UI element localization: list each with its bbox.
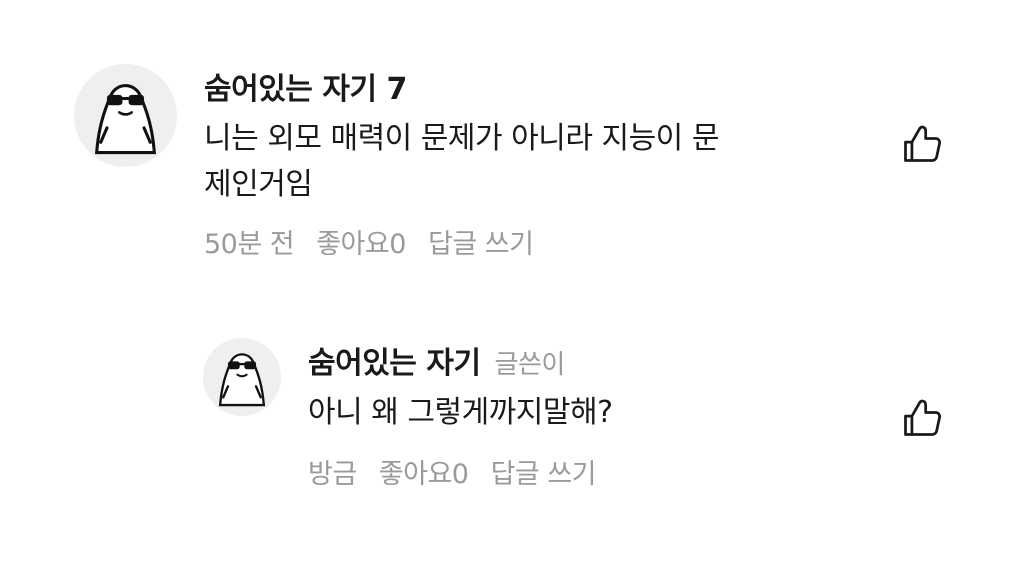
- reply-button[interactable]: 답글 쓰기: [491, 459, 597, 490]
- comment-text-line: 니는 외모 매력이 문제가 아니라 지능이 문: [204, 121, 719, 156]
- author-name[interactable]: 숨어있는 자기: [308, 346, 481, 381]
- comment-text-line: 제인거임: [204, 167, 313, 202]
- author-name[interactable]: 숨어있는 자기 7: [204, 72, 407, 107]
- reply-text: 아니 왜 그렇게까지말해?: [308, 390, 848, 436]
- comment-text-line: 아니 왜 그렇게까지말해?: [308, 395, 613, 430]
- penguin-with-sunglasses-icon: [74, 64, 177, 167]
- comment-author[interactable]: 숨어있는 자기 7: [204, 64, 407, 108]
- comment-meta: 50분 전 좋아요0 답글 쓰기: [204, 222, 547, 261]
- reply-meta: 방금 좋아요0 답글 쓰기: [308, 452, 610, 491]
- like-count-button[interactable]: 좋아요0: [379, 459, 469, 490]
- avatar[interactable]: [74, 64, 177, 167]
- thumbs-up-icon: [904, 399, 942, 436]
- comment-timestamp: 50분 전: [204, 229, 295, 260]
- like-button[interactable]: [900, 396, 944, 440]
- penguin-with-sunglasses-icon: [203, 338, 281, 416]
- comment-timestamp: 방금: [308, 459, 357, 490]
- thumbs-up-icon: [904, 125, 942, 162]
- avatar[interactable]: [203, 338, 281, 416]
- reply-button[interactable]: 답글 쓰기: [428, 229, 534, 260]
- like-button[interactable]: [900, 122, 944, 166]
- like-count-button[interactable]: 좋아요0: [316, 229, 406, 260]
- comment-text: 니는 외모 매력이 문제가 아니라 지능이 문 제인거임: [204, 116, 844, 208]
- reply-author[interactable]: 숨어있는 자기 글쓴이: [308, 338, 565, 382]
- writer-badge: 글쓴이: [494, 350, 566, 380]
